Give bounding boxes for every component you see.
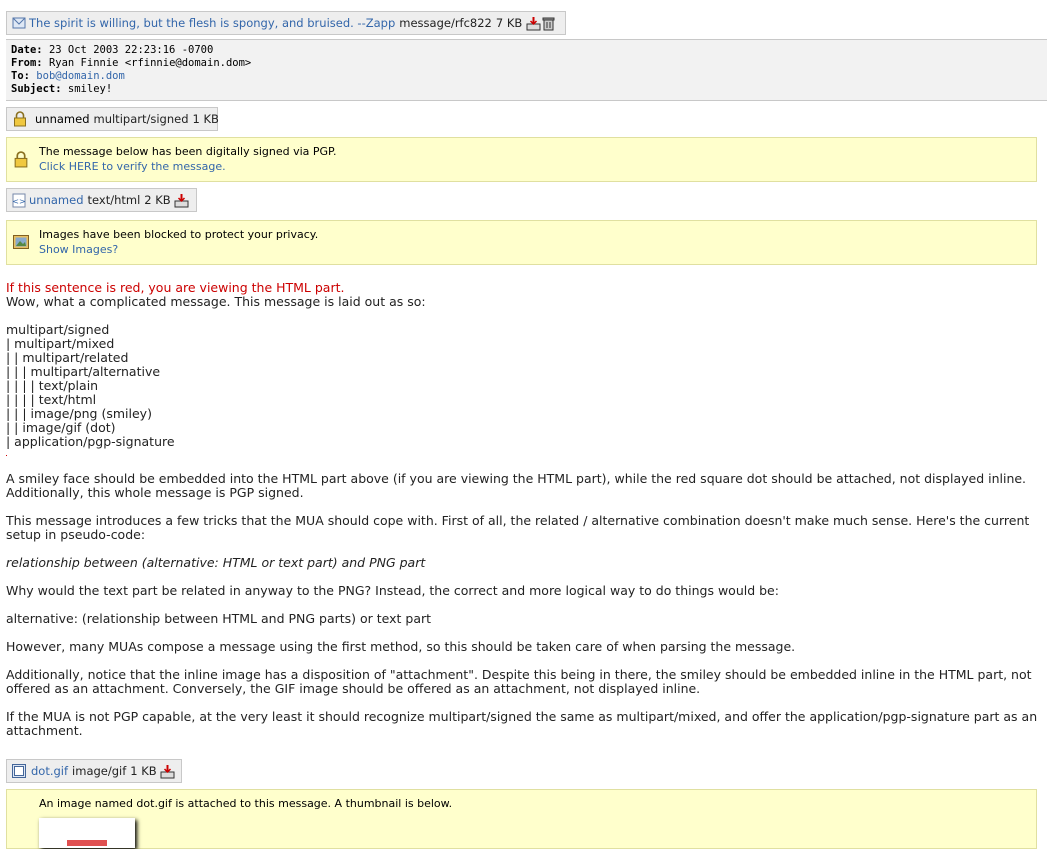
- download-icon[interactable]: [160, 763, 176, 779]
- message-body: If this sentence is red, you are viewing…: [6, 281, 1042, 738]
- paragraph-tricks: This message introduces a few tricks tha…: [6, 513, 1030, 542]
- red-sentence: If this sentence is red, you are viewing…: [6, 280, 345, 295]
- paragraph-pgp: If the MUA is not PGP capable, at the ve…: [6, 709, 1038, 738]
- lock-icon: [13, 151, 29, 172]
- gif-notice-text: An image named dot.gif is attached to th…: [39, 797, 453, 810]
- html-part-bar: <> unnamed text/html 2 KB: [6, 188, 197, 212]
- signed-part-type: multipart/signed: [93, 112, 189, 126]
- images-blocked-notice: Images have been blocked to protect your…: [6, 220, 1037, 265]
- mime-tree-line: | | | image/png (smiley): [6, 406, 152, 421]
- mime-tree-line: | | | multipart/alternative: [6, 364, 161, 379]
- pseudo-code-correct: alternative: (relationship between HTML …: [6, 611, 432, 626]
- pgp-notice-text: The message below has been digitally sig…: [39, 145, 337, 158]
- intro-paragraph: Wow, what a complicated message. This me…: [6, 294, 426, 309]
- download-icon[interactable]: [525, 15, 541, 31]
- paragraph-however: However, many MUAs compose a message usi…: [6, 639, 796, 654]
- message-part-size: 7 KB: [495, 16, 523, 30]
- mime-tree-line: multipart/signed: [6, 322, 110, 337]
- download-icon[interactable]: [174, 192, 190, 208]
- mime-tree: multipart/signed | multipart/mixed | | mul…: [6, 323, 1042, 449]
- lock-icon: [11, 111, 29, 127]
- verify-message-link[interactable]: Click HERE to verify the message.: [39, 159, 336, 174]
- message-part-type: message/rfc822: [399, 16, 492, 30]
- gif-part-name-link[interactable]: dot.gif: [31, 764, 68, 778]
- to-address-link[interactable]: bob@domain.dom: [36, 70, 125, 82]
- mime-tree-line: | | multipart/related: [6, 350, 129, 365]
- mime-tree-line: | | | | text/plain: [6, 378, 99, 393]
- html-part-name-link[interactable]: unnamed: [29, 193, 84, 207]
- gif-part-size: 1 KB: [130, 764, 157, 778]
- envelope-icon: [11, 15, 27, 31]
- thumbnail-red-dot: [67, 840, 107, 846]
- signed-part-name: unnamed: [35, 112, 90, 126]
- images-blocked-text: Images have been blocked to protect your…: [39, 228, 319, 241]
- html-part-type: text/html: [87, 193, 141, 207]
- pgp-notice: The message below has been digitally sig…: [6, 137, 1037, 182]
- signed-part-bar: unnamed multipart/signed 1 KB: [6, 107, 219, 131]
- svg-text:<>: <>: [12, 197, 25, 206]
- picture-icon: [13, 235, 29, 253]
- message-part-bar: The spirit is willing, but the flesh is …: [6, 11, 566, 35]
- image-file-icon: [11, 763, 27, 779]
- paragraph-why: Why would the text part be related in an…: [6, 583, 779, 598]
- gif-part-bar: dot.gif image/gif 1 KB: [6, 759, 182, 783]
- message-headers: Date: 23 Oct 2003 22:23:16 -0700 From: R…: [6, 39, 1047, 101]
- from-header: From: Ryan Finnie <rfinnie@domain.dom>: [11, 57, 252, 69]
- trash-icon[interactable]: [541, 15, 555, 31]
- html-file-icon: <>: [11, 192, 27, 208]
- show-images-link[interactable]: Show Images?: [39, 242, 318, 257]
- mime-tree-line: | multipart/mixed: [6, 336, 115, 351]
- mime-tree-line: | application/pgp-signature: [6, 434, 175, 449]
- message-subject-link[interactable]: The spirit is willing, but the flesh is …: [29, 16, 395, 30]
- html-part-size: 2 KB: [144, 193, 171, 207]
- to-header: To: bob@domain.dom: [11, 70, 125, 82]
- gif-part-type: image/gif: [72, 764, 127, 778]
- signed-part-size: 1 KB: [192, 112, 219, 126]
- gif-attachment-notice: An image named dot.gif is attached to th…: [6, 789, 1037, 849]
- date-header: Date: 23 Oct 2003 22:23:16 -0700: [11, 44, 214, 56]
- pseudo-code-current: relationship between (alternative: HTML …: [6, 555, 426, 570]
- gif-thumbnail[interactable]: [39, 818, 135, 848]
- mime-tree-line: | | image/gif (dot): [6, 420, 116, 435]
- inline-red-dot: [6, 455, 7, 456]
- subject-header: Subject: smiley!: [11, 83, 113, 95]
- paragraph-disposition: Additionally, notice that the inline ima…: [6, 667, 1032, 696]
- paragraph-smiley: A smiley face should be embedded into th…: [6, 471, 1027, 500]
- mime-tree-line: | | | | text/html: [6, 392, 97, 407]
